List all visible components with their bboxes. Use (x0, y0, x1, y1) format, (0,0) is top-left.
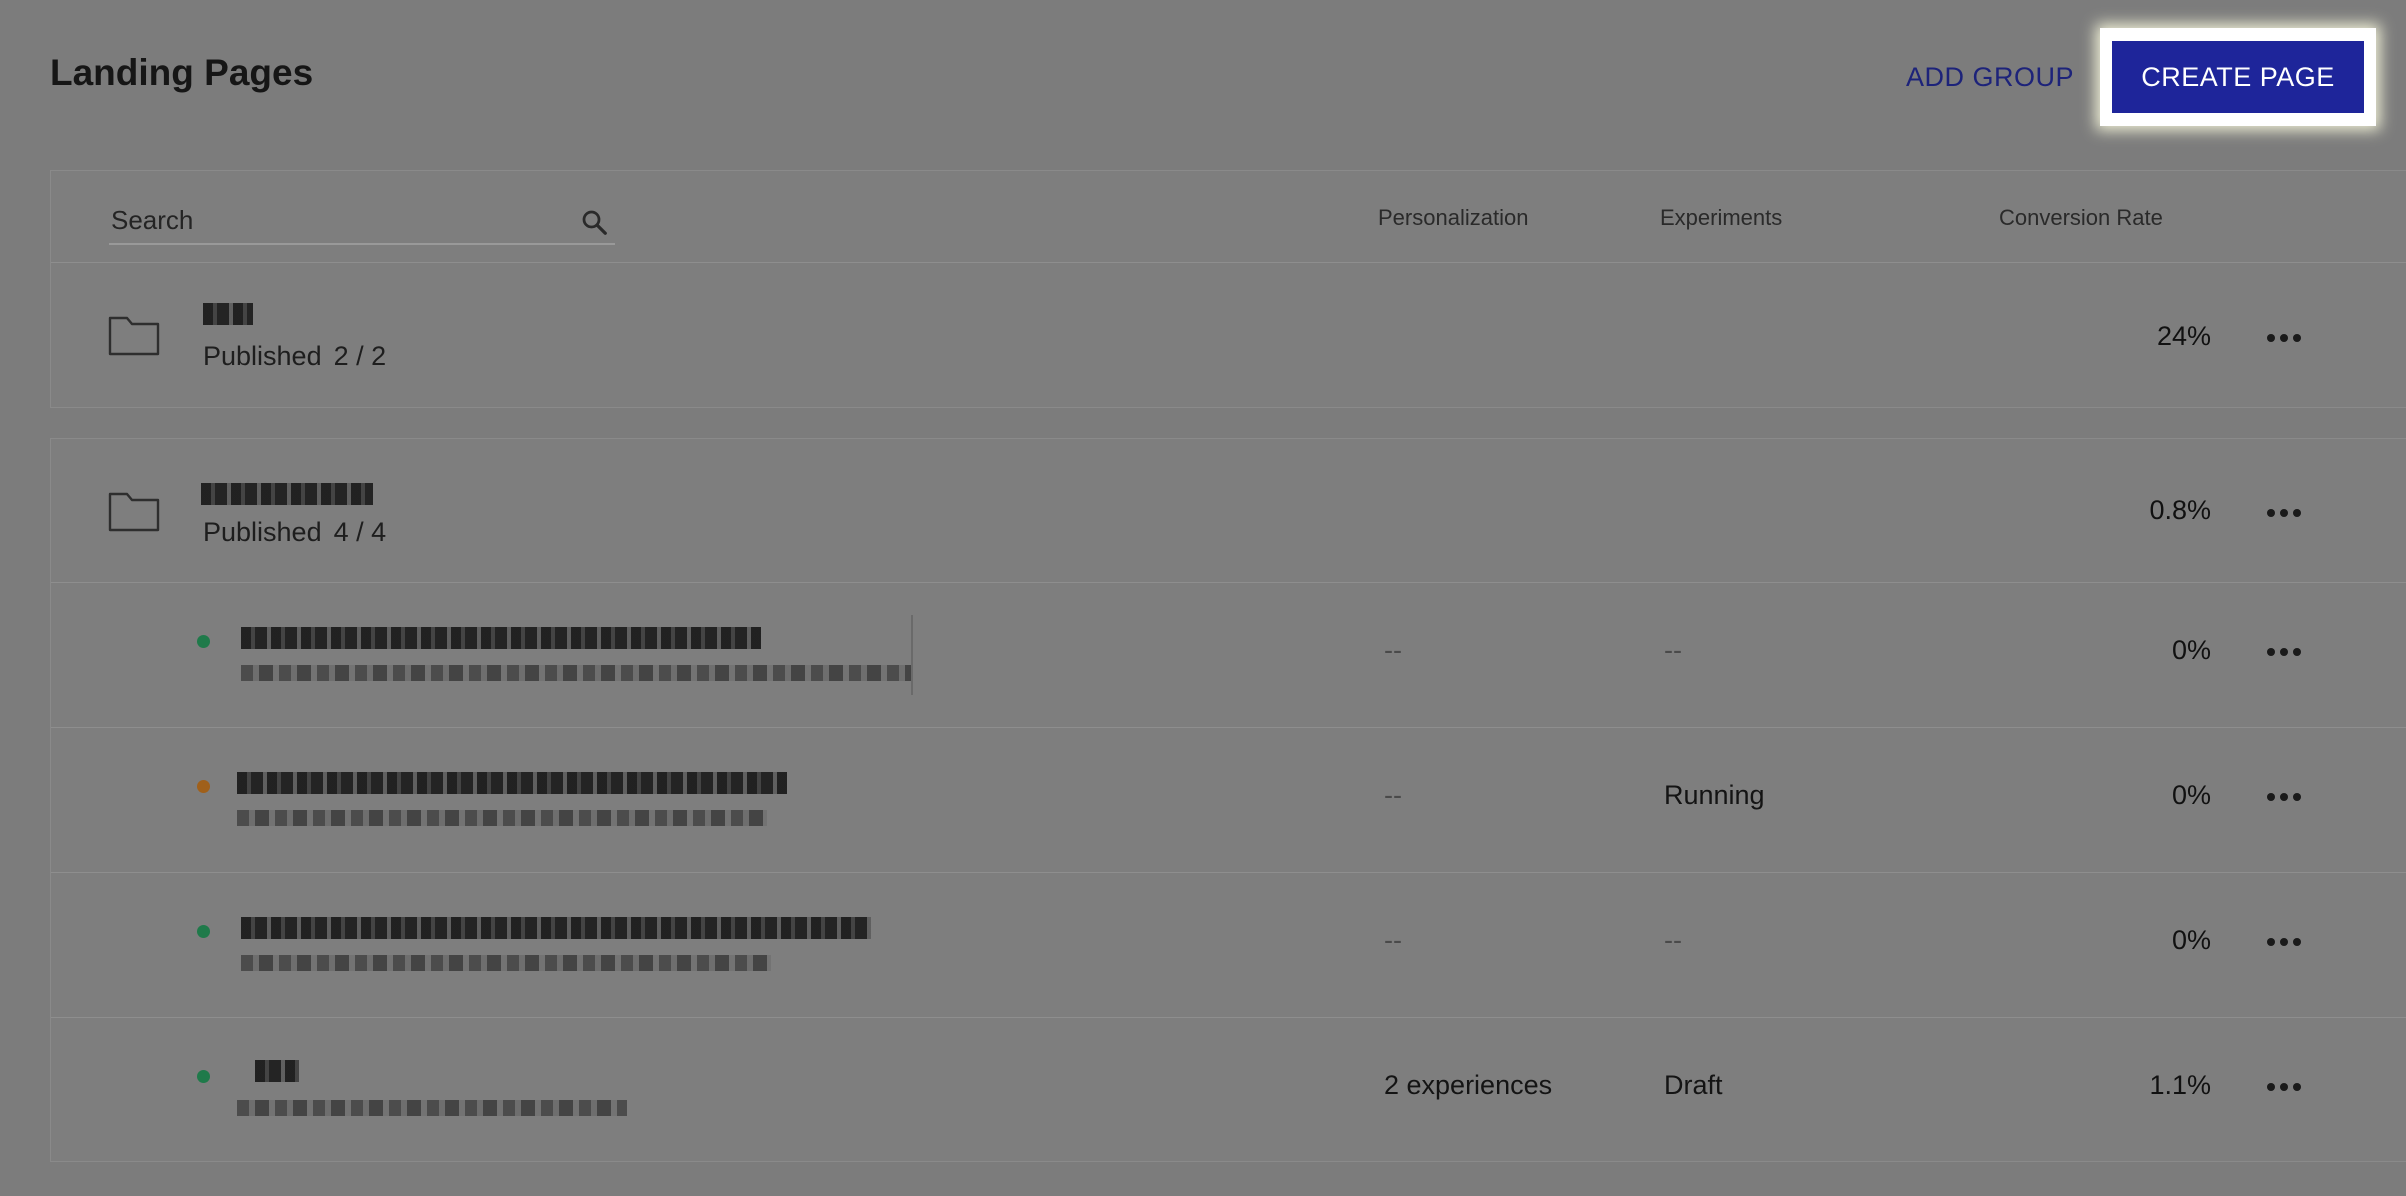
divider (911, 615, 913, 695)
group-published-status: Published 4 / 4 (203, 517, 386, 548)
create-page-highlight: CREATE PAGE (2100, 28, 2376, 126)
search-input[interactable] (109, 199, 553, 241)
page-row[interactable]: 2 experiences Draft 1.1% (51, 1018, 2406, 1163)
conversion-rate: 0% (2171, 925, 2211, 955)
table-panel-top: Personalization Experiments Conversion R… (50, 170, 2406, 408)
page-url-redacted (241, 665, 911, 681)
experiments-value: -- (1664, 635, 1682, 665)
experiments-value: Running (1664, 780, 1765, 810)
conversion-rate: 1.1% (2149, 1070, 2211, 1100)
more-options-icon[interactable] (2267, 333, 2301, 343)
column-header-conversion-rate: Conversion Rate (1999, 205, 2163, 230)
group-row[interactable]: Published 4 / 4 0.8% (51, 439, 2406, 583)
published-count: 4 / 4 (333, 517, 387, 547)
more-options-icon[interactable] (2267, 508, 2301, 518)
personalization-value: -- (1384, 635, 1402, 665)
column-header-personalization: Personalization (1378, 205, 1529, 230)
page-row[interactable]: -- -- 0% (51, 873, 2406, 1018)
conversion-rate: 0% (2171, 780, 2211, 810)
experiments-value: -- (1664, 925, 1682, 955)
status-dot (197, 780, 210, 793)
group-name-redacted (201, 483, 373, 505)
status-dot (197, 635, 210, 648)
create-page-button[interactable]: CREATE PAGE (2112, 41, 2364, 113)
page-row[interactable]: -- -- 0% (51, 583, 2406, 728)
table-header: Personalization Experiments Conversion R… (51, 171, 2406, 263)
folder-icon (108, 492, 160, 532)
published-count: 2 / 2 (333, 341, 387, 371)
search-icon[interactable] (579, 207, 609, 237)
page-url-redacted (241, 955, 771, 971)
conversion-rate: 24% (2156, 321, 2211, 351)
table-panel-group: Published 4 / 4 0.8% -- -- 0% -- Running … (50, 438, 2406, 1162)
page-url-redacted (237, 810, 767, 826)
personalization-value: -- (1384, 925, 1402, 955)
published-label: Published (203, 517, 322, 547)
conversion-rate: 0.8% (2149, 495, 2211, 525)
conversion-rate: 0% (2171, 635, 2211, 665)
experiments-value: Draft (1664, 1070, 1723, 1100)
page-url-redacted (237, 1100, 627, 1116)
add-group-button[interactable]: ADD GROUP (1906, 62, 2074, 93)
page-title-redacted (255, 1060, 299, 1082)
group-name-redacted (203, 303, 253, 325)
group-row[interactable]: Published 2 / 2 24% (51, 263, 2406, 409)
group-published-status: Published 2 / 2 (203, 341, 386, 372)
status-dot (197, 925, 210, 938)
page-title-redacted (241, 627, 761, 649)
page-row[interactable]: -- Running 0% (51, 728, 2406, 873)
more-options-icon[interactable] (2267, 937, 2301, 947)
column-header-experiments: Experiments (1660, 205, 1783, 230)
status-dot (197, 1070, 210, 1083)
page-title: Landing Pages (50, 52, 314, 93)
search-field[interactable] (109, 199, 615, 245)
page-title-redacted (241, 917, 871, 939)
folder-icon (108, 316, 160, 356)
personalization-value: 2 experiences (1384, 1070, 1553, 1100)
published-label: Published (203, 341, 322, 371)
more-options-icon[interactable] (2267, 792, 2301, 802)
more-options-icon[interactable] (2267, 1082, 2301, 1092)
more-options-icon[interactable] (2267, 647, 2301, 657)
page-title-redacted (237, 772, 787, 794)
personalization-value: -- (1384, 780, 1402, 810)
